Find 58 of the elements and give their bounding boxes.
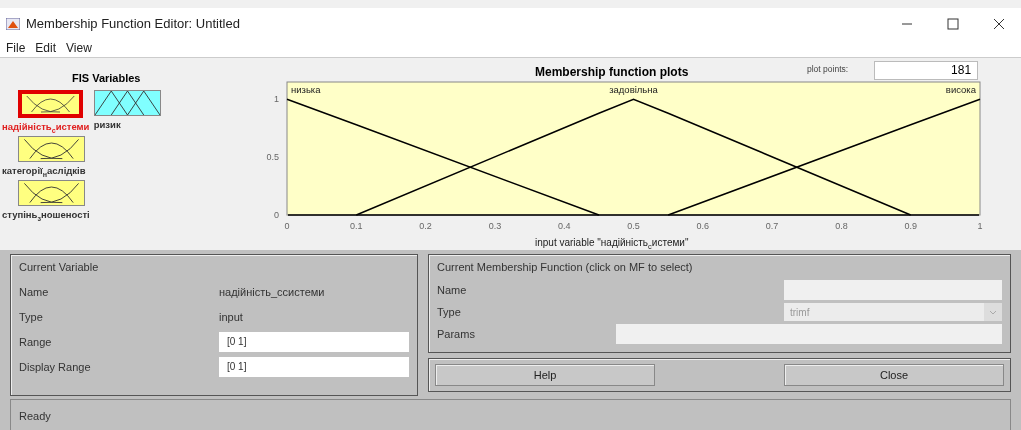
- variable-label: ризик: [93, 119, 121, 130]
- axis-tick-label: 0.5: [266, 152, 279, 163]
- membership-function-label: висока: [945, 84, 976, 95]
- field-label: Name: [437, 284, 468, 296]
- field-label: Range: [19, 335, 53, 348]
- variable-name: надійність_ссистеми: [219, 285, 326, 298]
- mf-name-field[interactable]: [784, 280, 1002, 300]
- axis-tick-label: 0.2: [419, 221, 432, 231]
- axis-tick-label: 0.1: [350, 221, 363, 231]
- field-label: Type: [437, 306, 462, 318]
- menu-item[interactable]: View: [66, 41, 92, 56]
- variable-button[interactable]: [18, 180, 85, 206]
- variable-button[interactable]: [18, 90, 83, 118]
- axis-tick-label: 1: [977, 221, 983, 231]
- axis-label: input variable "надійність$_{с}$истеми": [535, 236, 689, 250]
- maximize-icon[interactable]: [947, 17, 959, 30]
- variable-label: ступінь$_{з}$ношеності: [2, 209, 90, 220]
- variable-button[interactable]: [93, 90, 161, 116]
- axis-tick-label: 0.6: [696, 221, 710, 231]
- field-label: Name: [19, 285, 50, 298]
- axis-tick-label: 0.9: [904, 221, 917, 231]
- close-button[interactable]: Close: [784, 364, 1004, 386]
- axis-tick-label: 0.5: [627, 221, 640, 231]
- panel-title: Current Variable: [19, 261, 100, 273]
- variable-label: надійність$_{с}$истеми: [2, 121, 90, 132]
- params-field[interactable]: [616, 324, 1002, 344]
- status-text: Ready: [19, 410, 51, 422]
- app-icon: [6, 17, 20, 30]
- display-range-field[interactable]: [0 1]: [219, 356, 409, 377]
- field-label: Type: [19, 310, 44, 323]
- menu-item[interactable]: File: [6, 41, 26, 56]
- axis-tick-label: 1: [274, 94, 279, 105]
- axis-tick-label: 0.4: [557, 221, 571, 231]
- range-field[interactable]: [0 1]: [219, 331, 409, 352]
- variable-type: input: [219, 310, 244, 323]
- close-icon[interactable]: [993, 17, 1005, 30]
- variable-button[interactable]: [18, 136, 85, 162]
- chart-title: Membership function plots: [535, 65, 690, 80]
- plot-points-label: plot points:: [807, 64, 849, 74]
- membership-function-line[interactable]: [667, 98, 981, 216]
- help-button[interactable]: Help: [435, 364, 655, 386]
- membership-function-line[interactable]: [355, 98, 912, 216]
- membership-function-label: задовільна: [609, 84, 658, 95]
- menu-item[interactable]: Edit: [35, 41, 57, 56]
- field-label: Params: [437, 328, 476, 340]
- axis-tick-label: 0.3: [488, 221, 502, 231]
- axis-tick-label: 0: [284, 221, 290, 231]
- membership-function-label: низька: [291, 84, 321, 95]
- panel-title: Current Membership Function (click on MF to select): [437, 261, 694, 273]
- field-label: Display Range: [19, 360, 92, 373]
- panel-title: FIS Variables: [72, 72, 141, 84]
- axis-tick-label: 0: [274, 210, 279, 220]
- axis-tick-label: 0.8: [835, 221, 848, 231]
- variable-label: категорії$_{н}$аслідків: [2, 165, 86, 176]
- window-title: Membership Function Editor: Untitled: [26, 16, 241, 32]
- membership-function-line[interactable]: [286, 98, 600, 216]
- plot-points-field[interactable]: 181: [874, 61, 979, 80]
- axis-tick-label: 0.7: [765, 221, 779, 231]
